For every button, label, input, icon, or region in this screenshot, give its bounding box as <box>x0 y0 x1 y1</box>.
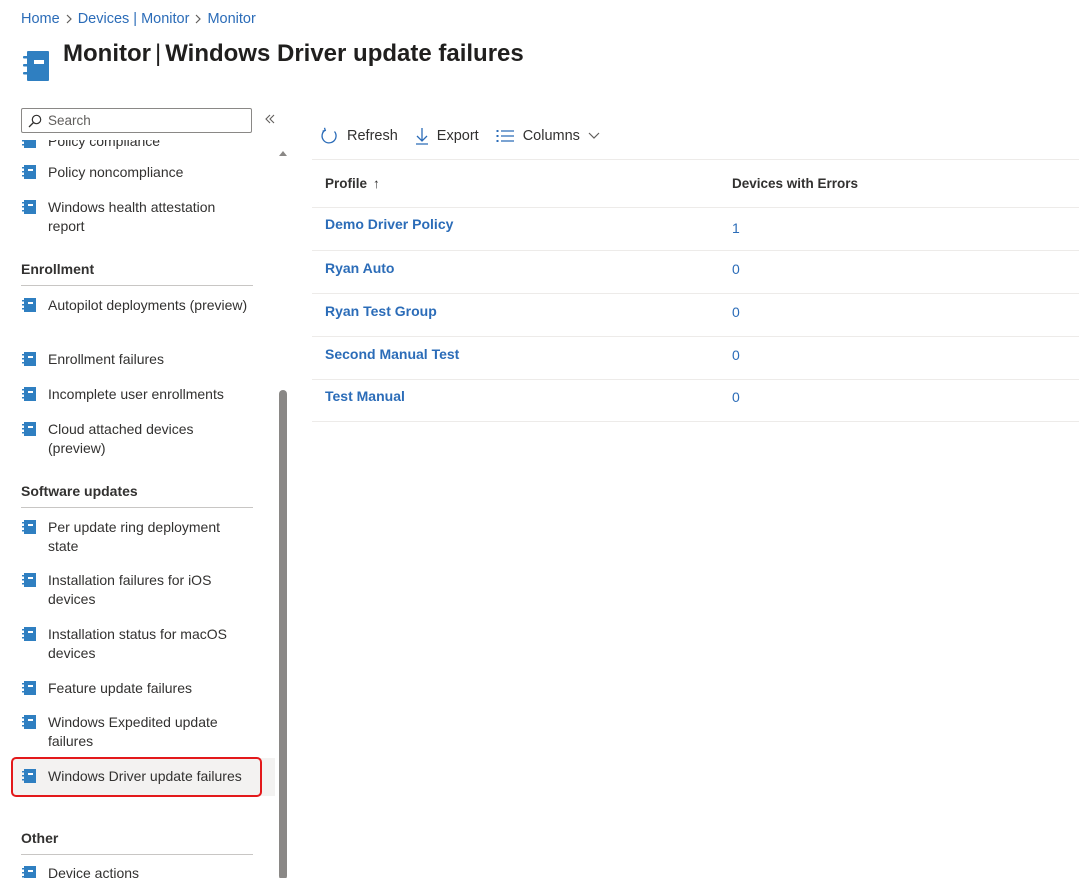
search-box[interactable] <box>21 108 252 133</box>
results-table: Profile ↑ Devices with Errors Demo Driver… <box>312 159 1079 422</box>
nav-scrollbar[interactable] <box>278 145 288 878</box>
table-header-row: Profile ↑ Devices with Errors <box>312 159 1079 207</box>
divider <box>21 507 253 508</box>
breadcrumb-monitor[interactable]: Monitor <box>207 11 255 27</box>
nav-item-policy-compliance[interactable]: Policy compliance <box>12 140 275 151</box>
notebook-icon <box>22 422 36 436</box>
notebook-icon <box>22 866 36 878</box>
table-row: Ryan Test Group 0 <box>312 293 1079 336</box>
nav-item-per-update-ring[interactable]: Per update ring deployment state <box>12 518 275 556</box>
download-icon <box>415 128 428 145</box>
divider <box>21 285 253 286</box>
error-count-link[interactable]: 0 <box>732 304 740 320</box>
search-icon <box>28 114 42 127</box>
nav-item-windows-driver-update-failures[interactable]: Windows Driver update failures <box>12 758 275 796</box>
left-nav: Policy compliance Policy noncompliance W… <box>0 140 276 878</box>
profile-link[interactable]: Ryan Test Group <box>325 303 437 319</box>
chevron-right-icon <box>189 14 207 24</box>
search-input[interactable] <box>48 113 238 128</box>
nav-item-windows-expedited-update[interactable]: Windows Expedited update failures <box>12 713 275 751</box>
columns-button[interactable]: Columns <box>496 128 600 144</box>
scroll-up-arrow-icon[interactable] <box>278 149 288 157</box>
nav-item-installation-failures-ios[interactable]: Installation failures for iOS devices <box>12 571 275 609</box>
nav-item-installation-status-macos[interactable]: Installation status for macOS devices <box>12 625 275 663</box>
nav-item-windows-health-attestation[interactable]: Windows health attestation report <box>12 198 275 236</box>
section-header-software-updates: Software updates <box>21 483 138 499</box>
notebook-icon <box>22 140 36 148</box>
notebook-icon <box>22 715 36 729</box>
breadcrumb-devices-monitor[interactable]: Devices | Monitor <box>78 11 190 27</box>
section-header-enrollment: Enrollment <box>21 261 95 277</box>
column-header-profile[interactable]: Profile ↑ <box>325 176 380 191</box>
nav-item-feature-update-failures[interactable]: Feature update failures <box>12 679 275 698</box>
notebook-icon <box>22 520 36 534</box>
nav-item-enrollment-failures[interactable]: Enrollment failures <box>12 350 275 369</box>
nav-item-autopilot-deployments[interactable]: Autopilot deployments (preview) <box>12 296 275 315</box>
profile-link[interactable]: Ryan Auto <box>325 260 394 276</box>
profile-link[interactable]: Second Manual Test <box>325 346 459 362</box>
chevron-right-icon <box>60 14 78 24</box>
notebook-icon <box>22 769 36 783</box>
page-title: Monitor | Windows Driver update failures <box>63 40 524 67</box>
export-button[interactable]: Export <box>415 127 479 145</box>
refresh-icon <box>321 127 337 143</box>
monitor-notebook-icon <box>23 51 49 86</box>
table-row: Second Manual Test 0 <box>312 336 1079 379</box>
table-row: Demo Driver Policy 1 <box>312 207 1079 250</box>
nav-item-cloud-attached-devices[interactable]: Cloud attached devices (preview) <box>12 420 275 458</box>
profile-link[interactable]: Demo Driver Policy <box>325 216 453 232</box>
error-count-link[interactable]: 0 <box>732 261 740 277</box>
error-count-link[interactable]: 0 <box>732 389 740 405</box>
divider <box>21 854 253 855</box>
notebook-icon <box>22 387 36 401</box>
notebook-icon <box>22 200 36 214</box>
notebook-icon <box>22 352 36 366</box>
nav-item-policy-noncompliance[interactable]: Policy noncompliance <box>12 163 275 182</box>
notebook-icon <box>22 298 36 312</box>
profile-link[interactable]: Test Manual <box>325 388 405 404</box>
notebook-icon <box>22 627 36 641</box>
error-count-link[interactable]: 0 <box>732 347 740 363</box>
nav-item-device-actions[interactable]: Device actions <box>12 864 275 878</box>
notebook-icon <box>22 165 36 179</box>
columns-list-icon <box>496 130 514 142</box>
column-header-devices-with-errors[interactable]: Devices with Errors <box>732 176 858 191</box>
breadcrumb-home[interactable]: Home <box>21 11 60 27</box>
notebook-icon <box>22 681 36 695</box>
sort-ascending-icon: ↑ <box>373 176 380 191</box>
collapse-menu-icon[interactable] <box>264 112 276 130</box>
table-row: Ryan Auto 0 <box>312 250 1079 293</box>
scrollbar-thumb[interactable] <box>279 390 287 878</box>
command-bar: Refresh Export Columns <box>320 124 617 148</box>
table-row: Test Manual 0 <box>312 379 1079 422</box>
section-header-other: Other <box>21 830 59 846</box>
breadcrumb: Home Devices | Monitor Monitor <box>21 11 256 27</box>
chevron-down-icon <box>588 132 600 139</box>
refresh-button[interactable]: Refresh <box>320 127 398 146</box>
notebook-icon <box>22 573 36 587</box>
error-count-link[interactable]: 1 <box>732 220 740 236</box>
nav-item-incomplete-user-enrollments[interactable]: Incomplete user enrollments <box>12 385 275 404</box>
